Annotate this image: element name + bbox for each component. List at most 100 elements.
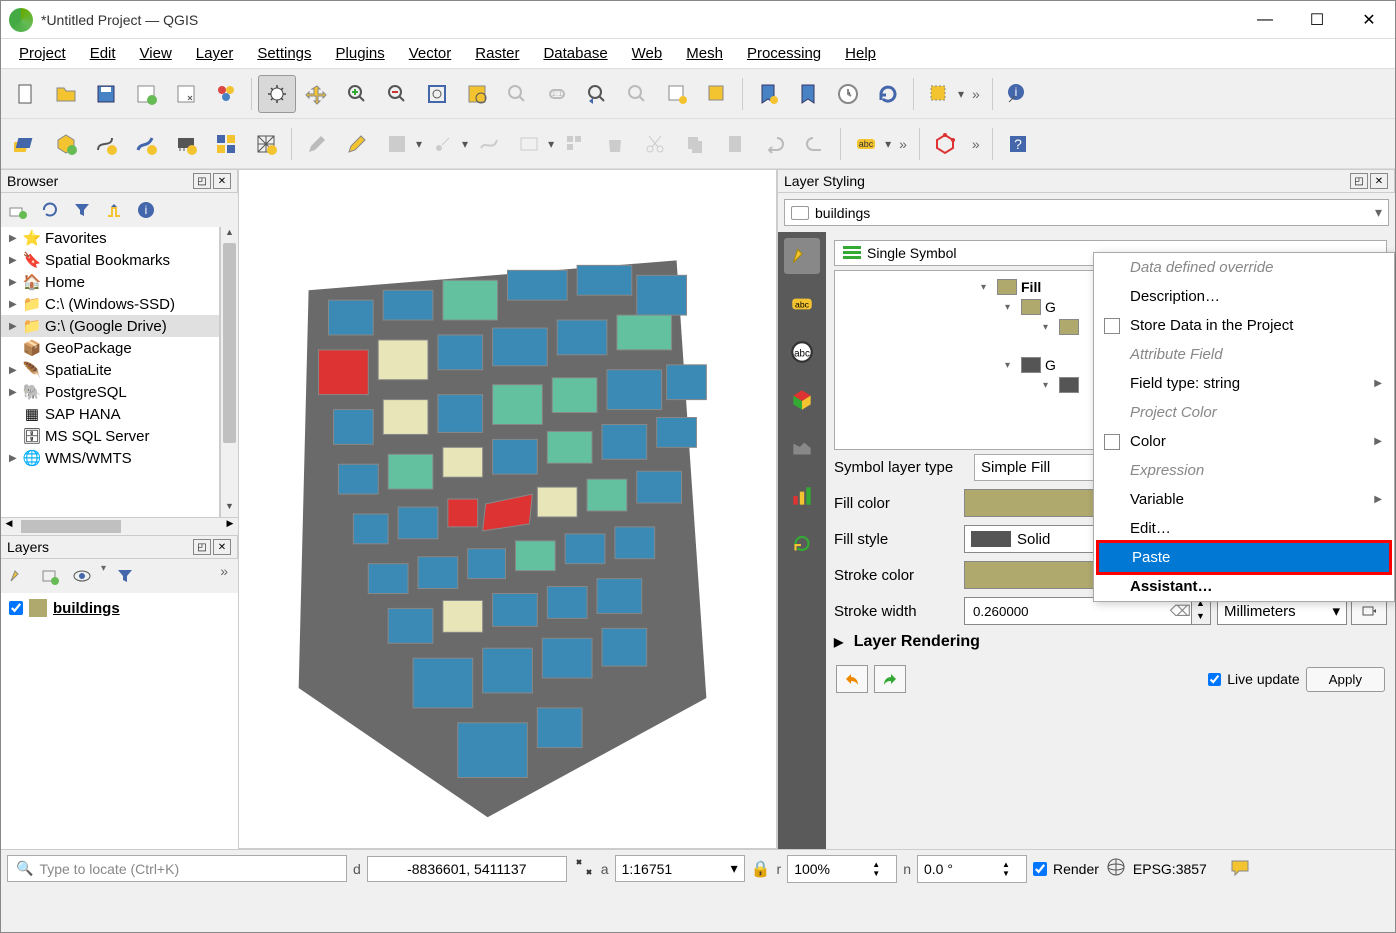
filter-layers-button[interactable] [112,563,138,589]
dropdown-icon[interactable]: ▾ [885,137,891,151]
menu-raster[interactable]: Raster [465,41,529,66]
dropdown-icon[interactable]: ▾ [101,563,106,589]
browser-tree[interactable]: ▶⭐Favorites▶🔖Spatial Bookmarks▶🏠Home▶📁C:… [1,227,220,517]
new-map-view-button[interactable] [658,75,696,113]
expand-icon[interactable]: ▶ [834,635,843,649]
pencil-button[interactable] [338,125,376,163]
context-menu-item[interactable]: Color▶ [1094,427,1394,456]
refresh-browser-button[interactable] [37,197,63,223]
close-panel-button[interactable]: ✕ [213,539,231,555]
vertex-tool-button[interactable] [470,125,508,163]
locator-search-input[interactable]: 🔍 Type to locate (Ctrl+K) [7,855,347,882]
maximize-button[interactable]: ☐ [1291,1,1343,39]
context-menu-item[interactable]: Store Data in the Project [1094,311,1394,340]
menu-plugins[interactable]: Plugins [326,41,395,66]
layer-name[interactable]: buildings [53,600,120,617]
tab-3d[interactable] [784,382,820,418]
save-project-button[interactable] [87,75,125,113]
copy-button[interactable] [676,125,714,163]
tab-labels[interactable]: abc [784,286,820,322]
tab-symbology[interactable] [784,238,820,274]
rotation-field[interactable]: 0.0 ° ▲▼ [917,855,1027,883]
collapse-icon[interactable]: ▾ [1043,380,1055,391]
menu-project[interactable]: Project [9,41,76,66]
browser-item[interactable]: ▶🏠Home [1,271,219,293]
browser-item[interactable]: ▶📁G:\ (Google Drive) [1,315,219,337]
browser-item[interactable]: ▶🐘PostgreSQL [1,381,219,403]
menu-vector[interactable]: Vector [399,41,462,66]
expand-icon[interactable]: ▶ [9,321,19,332]
epsg-label[interactable]: EPSG:3857 [1133,861,1207,877]
browser-item[interactable]: ▶🔖Spatial Bookmarks [1,249,219,271]
multi-edit-button[interactable] [556,125,594,163]
delete-selected-button[interactable] [596,125,634,163]
hexagon-button[interactable] [926,125,964,163]
expand-icon[interactable]: ▶ [9,365,19,376]
expand-icon[interactable]: ▶ [9,453,19,464]
toolbar-overflow-1[interactable]: » [966,86,986,102]
new-3d-view-button[interactable] [698,75,736,113]
identify-button[interactable]: i [999,75,1037,113]
clear-icon[interactable]: ⌫ [1170,602,1191,620]
new-shapefile-button[interactable] [87,125,125,163]
filter-browser-button[interactable] [69,197,95,223]
toolbar-overflow-2[interactable]: » [893,136,913,152]
browser-item[interactable]: ▶🌐WMS/WMTS [1,447,219,469]
menu-settings[interactable]: Settings [247,41,321,66]
add-group-button[interactable] [37,563,63,589]
layer-rendering-section[interactable]: ▶ Layer Rendering [834,633,1387,651]
context-menu-item[interactable]: Field type: string▶ [1094,369,1394,398]
dropdown-icon[interactable]: ▾ [548,137,554,151]
zoom-selection-button[interactable] [458,75,496,113]
tab-history[interactable] [784,526,820,562]
help-button[interactable]: ? [999,125,1037,163]
map-canvas[interactable] [238,169,777,849]
menu-web[interactable]: Web [622,41,673,66]
collapse-all-button[interactable] [101,197,127,223]
paste-button[interactable] [716,125,754,163]
extent-toggle-icon[interactable] [573,856,595,881]
zoom-layer-button[interactable] [498,75,536,113]
scale-select[interactable]: 1:16751 ▾ [615,855,745,882]
add-layer-button[interactable] [5,197,31,223]
new-virtual-button[interactable] [207,125,245,163]
menu-view[interactable]: View [130,41,182,66]
browser-item[interactable]: ▶🪶SpatiaLite [1,359,219,381]
zoom-in-button[interactable] [338,75,376,113]
cut-button[interactable] [636,125,674,163]
coordinate-field[interactable]: -8836601, 5411137 [367,856,567,882]
modify-attributes-button[interactable] [510,125,548,163]
browser-item[interactable]: 🗄MS SQL Server [1,425,219,447]
menu-mesh[interactable]: Mesh [676,41,733,66]
tab-diagrams[interactable] [784,430,820,466]
dropdown-icon[interactable]: ▾ [462,137,468,151]
add-feature-button[interactable] [424,125,462,163]
collapse-icon[interactable]: ▾ [1043,322,1055,333]
style-manager-button[interactable] [207,75,245,113]
browser-item[interactable]: ▶📁C:\ (Windows-SSD) [1,293,219,315]
expand-icon[interactable]: ▶ [9,299,19,310]
lock-icon[interactable]: 🔒 [751,859,771,879]
dock-button[interactable]: ◰ [193,173,211,189]
menu-edit[interactable]: Edit [80,41,126,66]
layer-styling-button[interactable] [5,563,31,589]
close-button[interactable]: ✕ [1343,1,1395,39]
temporal-controller-button[interactable] [829,75,867,113]
toggle-editing-button[interactable] [298,125,336,163]
collapse-icon[interactable]: ▾ [981,282,993,293]
redo-style-button[interactable] [874,665,906,693]
new-mesh-button[interactable] [247,125,285,163]
collapse-icon[interactable]: ▾ [1005,302,1017,313]
browser-item[interactable]: 📦GeoPackage [1,337,219,359]
browser-hscroll[interactable]: ◀ ▶ [1,517,238,535]
layer-visibility-checkbox[interactable] [9,601,23,615]
zoom-out-button[interactable] [378,75,416,113]
context-menu-item[interactable]: Variable▶ [1094,485,1394,514]
messages-icon[interactable] [1229,856,1251,881]
render-checkbox[interactable] [1033,862,1047,876]
zoom-native-button[interactable]: 1:1 [538,75,576,113]
layer-row[interactable]: buildings [1,593,238,623]
save-edits-button[interactable] [378,125,416,163]
browser-scrollbar[interactable]: ▲ ▼ [220,227,238,517]
minimize-button[interactable]: — [1239,1,1291,39]
